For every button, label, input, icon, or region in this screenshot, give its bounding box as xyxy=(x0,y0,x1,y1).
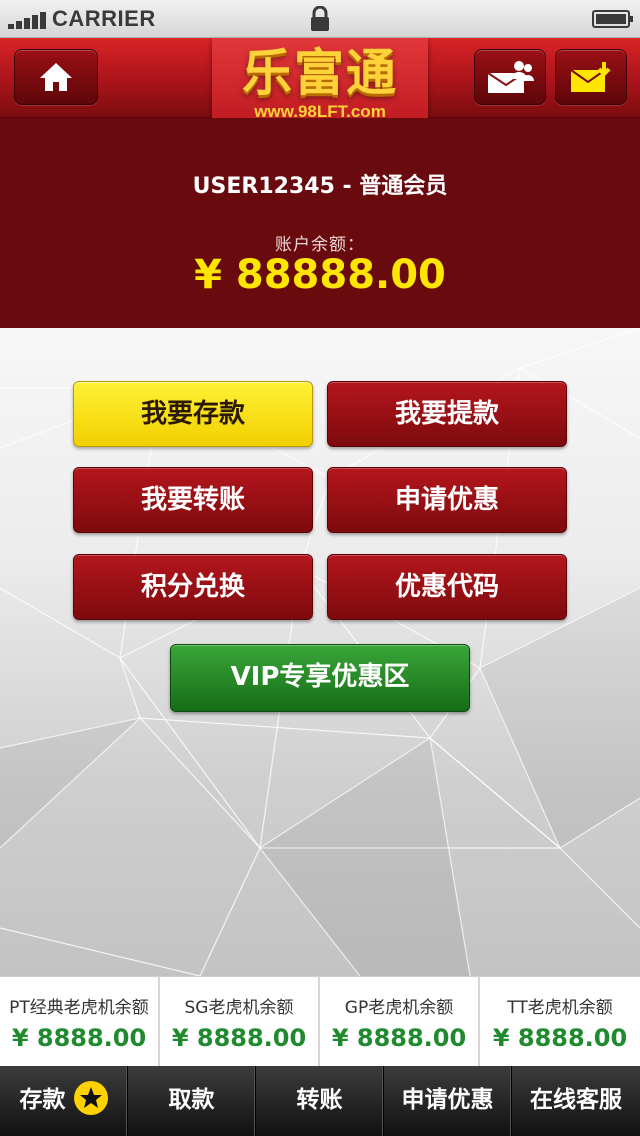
tab-apply-promotion[interactable]: 申请优惠 xyxy=(384,1066,512,1136)
tab-label: 在线客服 xyxy=(530,1087,622,1113)
home-icon xyxy=(40,63,72,91)
user-info: USER12345 - 普通会员 xyxy=(192,174,448,199)
mail-inbox-button[interactable] xyxy=(555,49,627,105)
bottom-tab-bar: 存款 取款 转账 申请优惠 在线客服 xyxy=(0,1066,640,1136)
promo-code-button[interactable]: 优惠代码 xyxy=(327,554,567,620)
tab-label: 转账 xyxy=(296,1087,343,1113)
balance-cell-label: SG老虎机余额 xyxy=(184,998,294,1018)
lock-icon xyxy=(311,6,329,31)
points-exchange-button[interactable]: 积分兑换 xyxy=(73,554,313,620)
carrier-name: CARRIER xyxy=(52,6,156,31)
balance-cell-label: GP老虎机余额 xyxy=(344,998,454,1018)
main-content: 我要存款 我要提款 我要转账 申请优惠 积分兑换 优惠代码 VIP专享优惠区 xyxy=(0,328,640,976)
message-contacts-button[interactable] xyxy=(474,49,546,105)
battery-icon xyxy=(592,10,633,28)
game-balances: PT经典老虎机余额 ¥ 8888.00 SG老虎机余额 ¥ 8888.00 GP… xyxy=(0,976,640,1067)
logo-title: 乐富通 xyxy=(242,44,398,102)
apply-promotion-button[interactable]: 申请优惠 xyxy=(327,467,567,533)
balance-cell-value: ¥ 8888.00 xyxy=(331,1024,467,1052)
balance-cell-pt[interactable]: PT经典老虎机余额 ¥ 8888.00 xyxy=(0,977,160,1067)
tab-label: 取款 xyxy=(168,1087,215,1113)
balance-cell-label: TT老虎机余额 xyxy=(507,998,613,1018)
balance-cell-value: ¥ 8888.00 xyxy=(11,1024,147,1052)
signal-strength-icon xyxy=(8,11,50,29)
tab-transfer[interactable]: 转账 xyxy=(256,1066,384,1136)
tab-label: 申请优惠 xyxy=(401,1087,494,1113)
balance-cell-value: ¥ 8888.00 xyxy=(171,1024,307,1052)
tab-deposit[interactable]: 存款 xyxy=(0,1066,128,1136)
balance-cell-gp[interactable]: GP老虎机余额 ¥ 8888.00 xyxy=(320,977,480,1067)
balance-cell-value: ¥ 8888.00 xyxy=(492,1024,628,1052)
balance-cell-label: PT经典老虎机余额 xyxy=(9,998,149,1018)
message-contacts-icon xyxy=(487,61,534,93)
account-balance: ¥ 88888.00 xyxy=(194,252,446,298)
tab-label: 存款 xyxy=(19,1087,66,1113)
balance-cell-sg[interactable]: SG老虎机余额 ¥ 8888.00 xyxy=(160,977,320,1067)
vip-promotions-button[interactable]: VIP专享优惠区 xyxy=(170,644,470,712)
mail-download-icon xyxy=(570,62,611,92)
deposit-button[interactable]: 我要存款 xyxy=(73,381,313,447)
tab-withdraw[interactable]: 取款 xyxy=(128,1066,256,1136)
tab-online-support[interactable]: 在线客服 xyxy=(512,1066,640,1136)
star-icon xyxy=(73,1080,108,1115)
transfer-button[interactable]: 我要转账 xyxy=(73,467,313,533)
home-button[interactable] xyxy=(14,49,98,105)
account-panel: USER12345 - 普通会员 账户余额： ¥ 88888.00 xyxy=(0,118,640,328)
withdraw-button[interactable]: 我要提款 xyxy=(327,381,567,447)
app-header: 乐富通 www.98LFT.com xyxy=(0,38,640,140)
status-bar: CARRIER xyxy=(0,0,640,38)
balance-cell-tt[interactable]: TT老虎机余额 ¥ 8888.00 xyxy=(480,977,640,1067)
